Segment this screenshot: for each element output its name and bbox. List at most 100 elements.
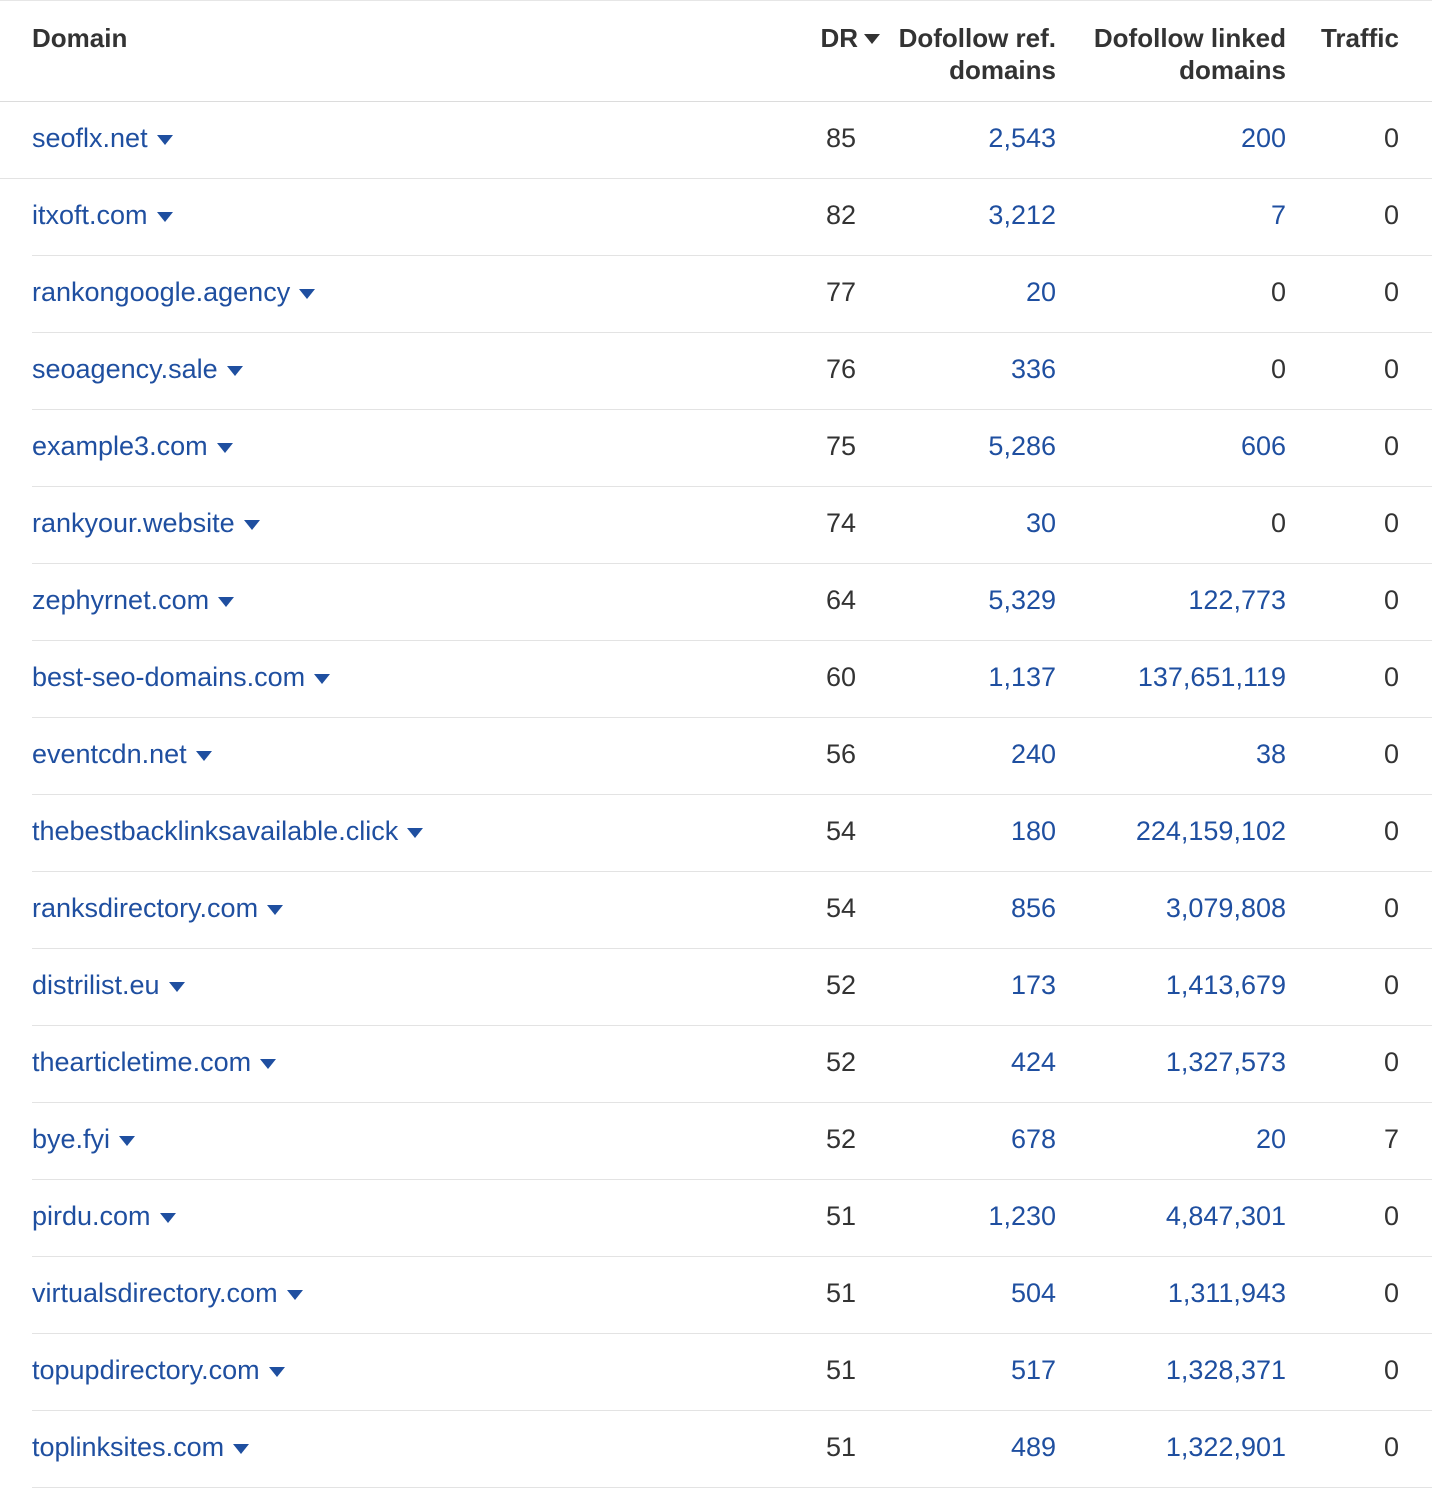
domain-link[interactable]: zephyrnet.com	[32, 584, 235, 616]
caret-down-icon[interactable]	[195, 751, 212, 761]
domain-link[interactable]: virtualsdirectory.com	[32, 1277, 303, 1309]
caret-down-icon[interactable]	[233, 1444, 250, 1454]
caret-down-icon[interactable]	[267, 905, 284, 915]
column-header-traffic[interactable]: Traffic	[1321, 22, 1399, 54]
caret-down-icon[interactable]	[156, 135, 173, 145]
column-header-dofollow-linked-domains[interactable]: Dofollow linked domains	[1094, 22, 1286, 86]
table-row: example3.com 75 5,286 606 0	[0, 410, 1432, 487]
domain-link[interactable]: thebestbacklinksavailable.click	[32, 815, 424, 847]
caret-down-icon[interactable]	[168, 982, 185, 992]
caret-down-icon[interactable]	[286, 1290, 303, 1300]
dofollow-ref-domains-link[interactable]: 5,329	[988, 584, 1056, 616]
dofollow-linked-domains-link: 0	[1270, 354, 1286, 384]
dr-value: 76	[825, 354, 856, 384]
traffic-value: 0	[1383, 1432, 1399, 1462]
domain-link[interactable]: eventcdn.net	[32, 738, 212, 770]
table-row: topupdirectory.com 51 517 1,328,371 0	[0, 1334, 1432, 1411]
dofollow-linked-domains-link[interactable]: 200	[1241, 122, 1286, 154]
caret-down-icon[interactable]	[159, 1213, 176, 1223]
dofollow-ref-domains-link[interactable]: 1,137	[988, 661, 1056, 693]
caret-down-icon[interactable]	[268, 1367, 285, 1377]
domain-link[interactable]: distrilist.eu	[32, 969, 185, 1001]
dr-value: 52	[825, 1124, 856, 1154]
dofollow-linked-domains-link[interactable]: 3,079,808	[1166, 892, 1286, 924]
domain-link[interactable]: ranksdirectory.com	[32, 892, 284, 924]
dofollow-ref-domains-link[interactable]: 424	[1011, 1046, 1056, 1078]
dofollow-linked-domains-link[interactable]: 20	[1256, 1123, 1286, 1155]
dofollow-ref-domains-link[interactable]: 180	[1011, 815, 1056, 847]
dofollow-ref-domains-link[interactable]: 856	[1011, 892, 1056, 924]
caret-down-icon[interactable]	[119, 1136, 136, 1146]
traffic-value: 0	[1383, 662, 1399, 692]
column-header-dr[interactable]: DR	[820, 22, 880, 54]
dr-value: 51	[825, 1432, 856, 1462]
column-header-domain[interactable]: Domain	[32, 22, 127, 54]
domain-link[interactable]: rankyour.website	[32, 507, 260, 539]
table-row: best-seo-domains.com 60 1,137 137,651,119 0	[0, 641, 1432, 718]
domain-name: rankyour.website	[32, 508, 235, 538]
dofollow-ref-domains-link[interactable]: 336	[1011, 353, 1056, 385]
dofollow-linked-domains-link[interactable]: 137,651,119	[1138, 661, 1286, 693]
dofollow-linked-domains-link: 0	[1270, 277, 1286, 307]
dofollow-ref-domains-link[interactable]: 517	[1011, 1354, 1056, 1386]
domain-link[interactable]: seoflx.net	[32, 122, 173, 154]
dr-value: 52	[825, 1047, 856, 1077]
dofollow-linked-domains-link[interactable]: 224,159,102	[1136, 815, 1286, 847]
caret-down-icon[interactable]	[314, 674, 331, 684]
domain-link[interactable]: pirdu.com	[32, 1200, 176, 1232]
dofollow-ref-domains-link[interactable]: 3,212	[988, 199, 1056, 231]
dofollow-linked-domains-link[interactable]: 1,322,901	[1166, 1431, 1286, 1463]
caret-down-icon[interactable]	[260, 1059, 277, 1069]
caret-down-icon[interactable]	[299, 289, 316, 299]
domain-link[interactable]: example3.com	[32, 430, 233, 462]
dofollow-linked-domains-link[interactable]: 4,847,301	[1166, 1200, 1286, 1232]
caret-down-icon[interactable]	[216, 443, 233, 453]
caret-down-icon[interactable]	[156, 212, 173, 222]
domain-link[interactable]: bye.fyi	[32, 1123, 136, 1155]
traffic-value: 7	[1383, 1124, 1399, 1154]
caret-down-icon[interactable]	[243, 520, 260, 530]
caret-down-icon[interactable]	[226, 366, 243, 376]
dofollow-ref-domains-link[interactable]: 30	[1026, 507, 1056, 539]
table-header: Domain DR Dofollow ref. domains Dofollow…	[0, 1, 1432, 102]
dr-value: 51	[825, 1355, 856, 1385]
domain-link[interactable]: rankongoogle.agency	[32, 276, 316, 308]
domain-link[interactable]: best-seo-domains.com	[32, 661, 331, 693]
domain-name: example3.com	[32, 431, 208, 461]
dofollow-ref-domains-link[interactable]: 240	[1011, 738, 1056, 770]
dofollow-ref-domains-link[interactable]: 504	[1011, 1277, 1056, 1309]
dofollow-ref-domains-link[interactable]: 678	[1011, 1123, 1056, 1155]
dofollow-ref-domains-link[interactable]: 5,286	[988, 430, 1056, 462]
dofollow-ref-domains-link[interactable]: 489	[1011, 1431, 1056, 1463]
domain-link[interactable]: topupdirectory.com	[32, 1354, 285, 1386]
table-row: ranksdirectory.com 54 856 3,079,808 0	[0, 872, 1432, 949]
domain-link[interactable]: itxoft.com	[32, 199, 173, 231]
traffic-value: 0	[1383, 431, 1399, 461]
table-body: seoflx.net 85 2,543 200 0 itxoft.com 82 3,212 7 0…	[0, 102, 1432, 1488]
domain-link[interactable]: thearticletime.com	[32, 1046, 277, 1078]
table-row: distrilist.eu 52 173 1,413,679 0	[0, 949, 1432, 1026]
traffic-value: 0	[1383, 277, 1399, 307]
domain-link[interactable]: toplinksites.com	[32, 1431, 250, 1463]
caret-down-icon[interactable]	[218, 597, 235, 607]
domain-name: ranksdirectory.com	[32, 893, 259, 923]
caret-down-icon[interactable]	[407, 828, 424, 838]
table-row: bye.fyi 52 678 20 7	[0, 1103, 1432, 1180]
dofollow-linked-domains-link[interactable]: 1,311,943	[1168, 1277, 1286, 1309]
dofollow-linked-domains-link[interactable]: 7	[1271, 199, 1286, 231]
traffic-value: 0	[1383, 354, 1399, 384]
dofollow-linked-domains-link[interactable]: 122,773	[1188, 584, 1286, 616]
dofollow-ref-domains-link[interactable]: 20	[1026, 276, 1056, 308]
dofollow-linked-domains-link[interactable]: 606	[1241, 430, 1286, 462]
dofollow-linked-domains-link[interactable]: 1,413,679	[1166, 969, 1286, 1001]
dofollow-linked-domains-link[interactable]: 1,327,573	[1166, 1046, 1286, 1078]
column-header-dofollow-ref-domains[interactable]: Dofollow ref. domains	[899, 22, 1056, 86]
dofollow-linked-domains-link[interactable]: 1,328,371	[1166, 1354, 1286, 1386]
dofollow-linked-domains-link[interactable]: 38	[1256, 738, 1286, 770]
domain-link[interactable]: seoagency.sale	[32, 353, 243, 385]
dofollow-ref-domains-link[interactable]: 1,230	[988, 1200, 1056, 1232]
dofollow-ref-domains-link[interactable]: 173	[1011, 969, 1056, 1001]
dr-value: 74	[825, 508, 856, 538]
dofollow-ref-domains-link[interactable]: 2,543	[988, 122, 1056, 154]
domain-name: seoflx.net	[32, 123, 148, 153]
